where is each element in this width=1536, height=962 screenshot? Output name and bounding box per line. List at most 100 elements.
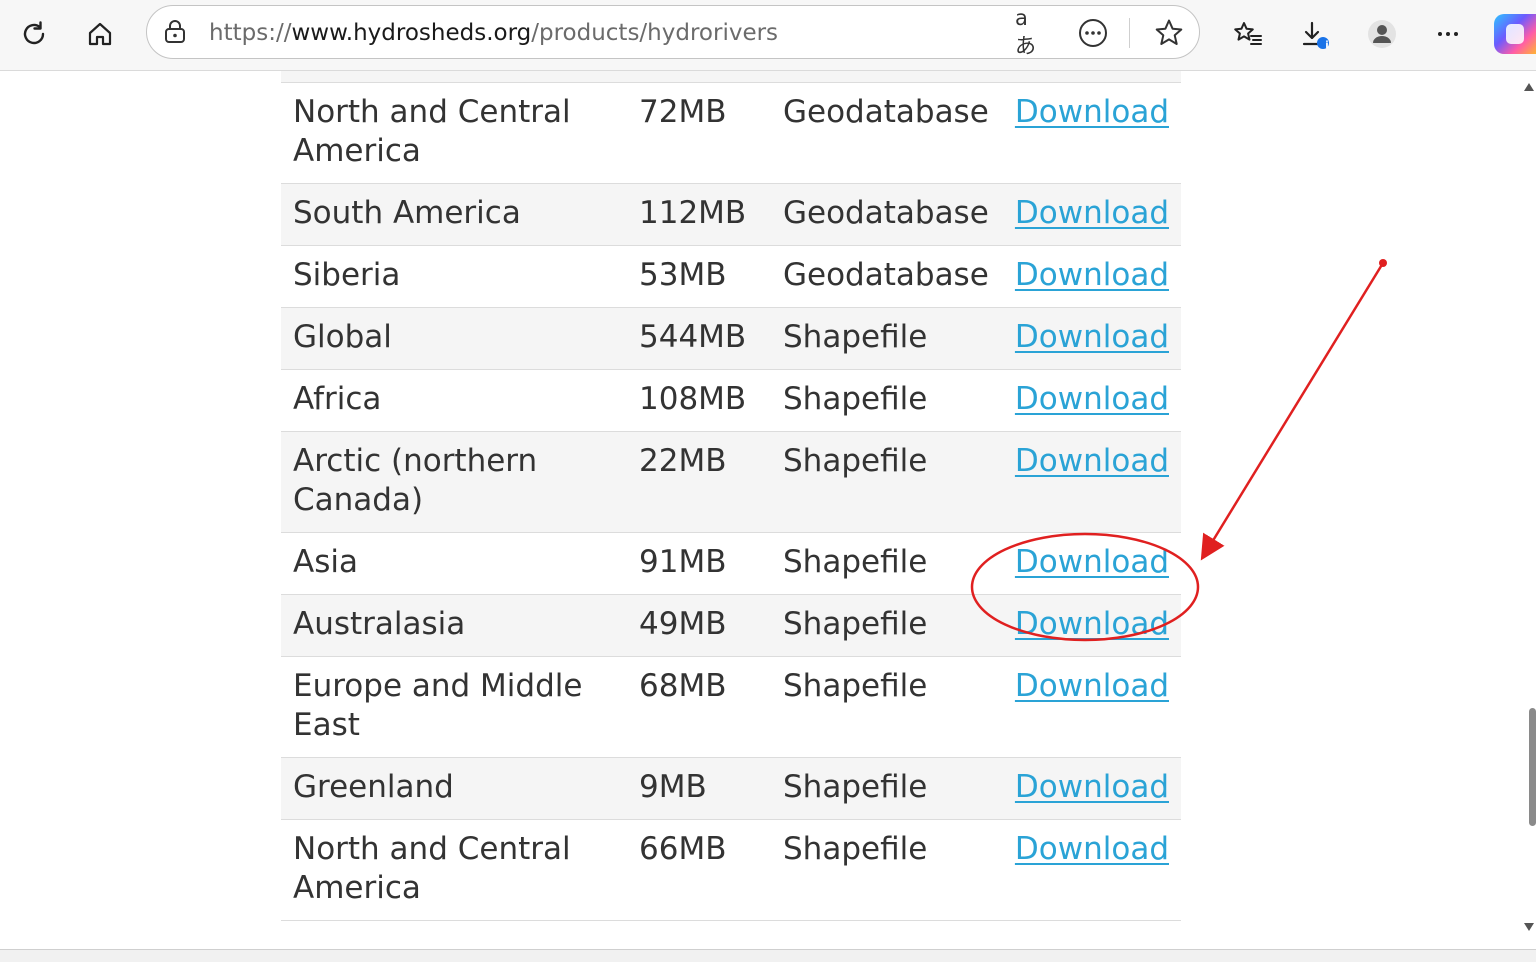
size-cell: 9MB [627,757,771,820]
profile-icon [1368,20,1396,48]
format-cell: Shapefile [771,307,1001,370]
settings-menu-button[interactable] [1426,12,1470,56]
format-cell: Shapefile [771,369,1001,432]
download-link[interactable]: Download [1015,668,1169,704]
table-row: Africa 108MB Shapefile Download [281,369,1181,432]
download-cell: Download [1000,431,1181,533]
table-row: North and Central America 72MB Geodatabase… [281,82,1181,184]
download-link[interactable]: Download [1015,381,1169,417]
url-scheme: https:// [209,20,292,46]
home-button[interactable] [78,12,122,56]
download-link[interactable]: Download [1015,831,1169,867]
region-cell: Siberia [281,245,627,308]
download-table-body: Greenland11MBGeodatabaseDownloadNorth an… [281,71,1181,921]
download-link[interactable]: Download [1015,94,1169,130]
lock-icon[interactable] [161,18,189,46]
size-cell: 72MB [627,82,771,184]
format-cell: Shapefile [771,656,1001,758]
size-cell: 112MB [627,183,771,246]
size-cell: 11MB [627,71,771,83]
address-bar-divider [1129,18,1130,48]
download-cell: Download [1000,532,1181,595]
url-text[interactable]: https://www.hydrosheds.org/products/hydr… [209,18,778,48]
refresh-button[interactable] [12,12,56,56]
download-link[interactable]: Download [1015,443,1169,479]
table-row: Greenland 9MB Shapefile Download [281,757,1181,820]
size-cell: 53MB [627,245,771,308]
download-cell: Download [1000,307,1181,370]
format-cell: Shapefile [771,757,1001,820]
format-cell: Shapefile [771,594,1001,657]
window-bottom-edge [0,949,1536,962]
format-cell: Geodatabase [771,82,1001,184]
download-badge: i [1325,40,1329,51]
download-cell: Download [1000,82,1181,184]
table-row: Asia 91MB Shapefile Download [281,532,1181,595]
download-link[interactable]: Download [1015,319,1169,355]
region-cell: Arctic (northern Canada) [281,431,627,533]
favorites-button[interactable] [1226,12,1270,56]
download-link[interactable]: Download [1015,606,1169,642]
format-cell: Geodatabase [771,71,1001,83]
scroll-up-arrow[interactable] [1524,83,1534,91]
favorites-icon [1234,22,1262,45]
table-row: Global 544MB Shapefile Download [281,307,1181,370]
region-cell: Greenland [281,757,627,820]
download-table: Greenland11MBGeodatabaseDownloadNorth an… [281,71,1181,921]
download-link[interactable]: Download [1015,769,1169,805]
region-cell: North and Central America [281,819,627,921]
scrollbar-thumb[interactable] [1529,708,1536,826]
download-link[interactable]: Download [1015,195,1169,231]
size-cell: 544MB [627,307,771,370]
table-row: Siberia 53MB Geodatabase Download [281,245,1181,308]
size-cell: 49MB [627,594,771,657]
table-row: Europe and Middle East 68MB Shapefile Downl… [281,656,1181,758]
profile-button[interactable] [1360,12,1404,56]
add-favorite-button[interactable] [1153,17,1185,49]
table-row: Arctic (northern Canada) 22MB Shapefile Dow… [281,431,1181,533]
format-cell: Shapefile [771,532,1001,595]
scroll-down-arrow[interactable] [1524,923,1534,931]
region-cell: Europe and Middle East [281,656,627,758]
download-cell: Download [1000,183,1181,246]
url-path: /products/hydrorivers [531,20,779,46]
format-cell: Geodatabase [771,183,1001,246]
size-cell: 66MB [627,819,771,921]
download-cell: Download [1000,369,1181,432]
download-cell: Download [1000,819,1181,921]
size-cell: 91MB [627,532,771,595]
format-cell: Geodatabase [771,245,1001,308]
region-cell: North and Central America [281,82,627,184]
region-cell: Australasia [281,594,627,657]
downloads-button[interactable]: i [1292,12,1336,56]
region-cell: Asia [281,532,627,595]
home-icon [88,22,112,46]
table-row: Greenland11MBGeodatabaseDownload [281,71,1181,83]
table-row: North and Central America 66MB Shapefile Do… [281,819,1181,921]
region-cell: Africa [281,369,627,432]
download-cell: Download [1000,245,1181,308]
format-cell: Shapefile [771,431,1001,533]
more-tools-icon [1079,19,1107,47]
download-cell: Download [1000,656,1181,758]
url-host: www.hydrosheds.org [291,20,532,46]
more-tools-button[interactable] [1077,17,1109,49]
size-cell: 22MB [627,431,771,533]
download-cell: Download [1000,594,1181,657]
region-cell: Greenland [281,71,627,83]
browser-toolbar: https://www.hydrosheds.org/products/hydr… [0,0,1536,71]
copilot-icon[interactable] [1494,14,1536,54]
download-link[interactable]: Download [1015,257,1169,293]
ellipsis-icon [1438,32,1458,36]
region-cell: Global [281,307,627,370]
size-cell: 108MB [627,369,771,432]
vertical-scrollbar[interactable] [1521,71,1536,949]
format-cell: Shapefile [771,819,1001,921]
read-aloud-icon[interactable]: aあ [1015,6,1047,58]
download-link[interactable]: Download [1015,544,1169,580]
address-bar[interactable]: https://www.hydrosheds.org/products/hydr… [146,5,1200,59]
table-row: Australasia 49MB Shapefile Download [281,594,1181,657]
table-row: South America 112MB Geodatabase Download [281,183,1181,246]
download-cell: Download [1000,71,1181,83]
page-content: Greenland11MBGeodatabaseDownloadNorth an… [0,71,1536,949]
